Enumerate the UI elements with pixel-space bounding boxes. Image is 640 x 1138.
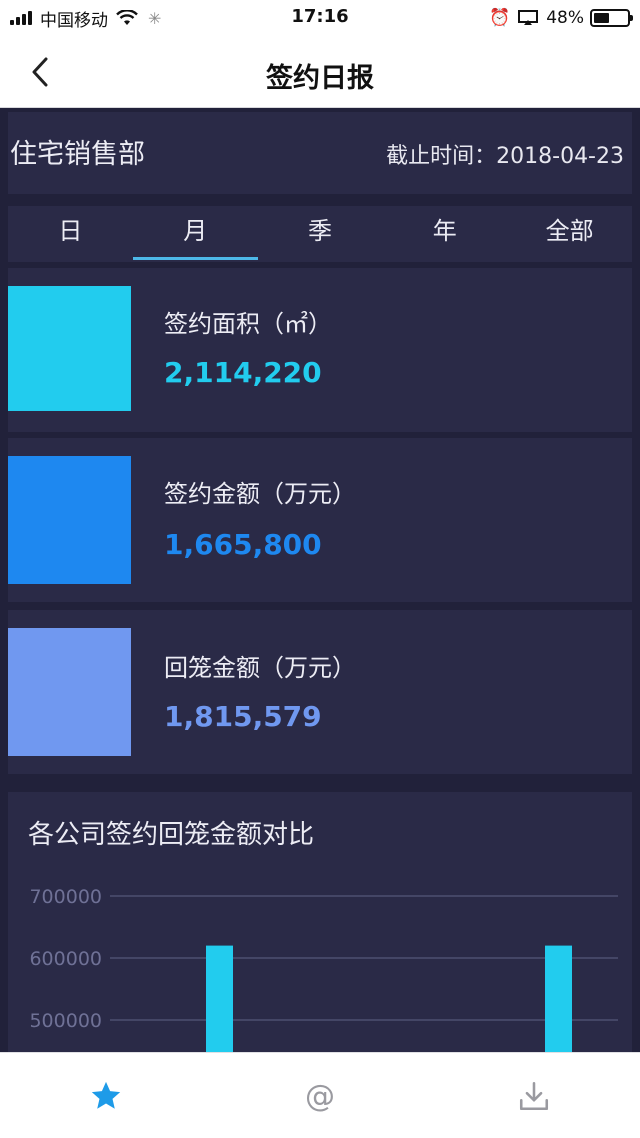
page-title: 签约日报 [266,63,374,94]
tab-day[interactable]: 日 [8,206,133,262]
stat-label: 签约金额（万元） [164,480,356,508]
stat-swatch [8,628,131,756]
tab-downloads[interactable] [504,1071,564,1121]
department-name: 住宅销售部 [10,139,145,170]
y-tick-label: 700000 [29,886,102,908]
status-bar: 中国移动 ✳ 17:16 ⏰ 48% [0,0,640,36]
tab-all[interactable]: 全部 [507,206,632,262]
stat-swatch [8,456,131,584]
star-icon [91,1081,121,1109]
battery-percent: 48% [546,8,584,28]
cutoff-label: 截止时间： [386,144,497,169]
cutoff-date: 截止时间：2018-04-23 [386,138,624,170]
chart-bar[interactable] [545,945,572,1062]
tab-mentions[interactable]: @ [290,1071,350,1121]
stat-value: 1,665,800 [164,528,322,561]
nav-bar: 签约日报 [0,36,640,108]
chart-canvas: 700000 600000 500000 [29,886,618,1062]
stat-value: 1,815,579 [164,700,322,733]
stat-label: 签约面积（㎡） [164,310,332,338]
chart-bar[interactable] [206,945,233,1062]
screen-mirroring-icon [518,10,539,25]
stat-card-signed-area[interactable]: 签约面积（㎡） 2,114,220 [8,268,632,432]
period-tabs: 日 月 季 年 全部 [8,206,632,262]
battery-level [594,13,610,23]
stat-card-signed-amount[interactable]: 签约金额（万元） 1,665,800 [8,438,632,602]
y-tick-label: 500000 [29,1010,102,1032]
download-icon [519,1081,549,1111]
tab-favorites[interactable] [76,1071,136,1121]
stat-value: 2,114,220 [164,356,322,389]
y-tick-label: 600000 [29,948,102,970]
tab-quarter[interactable]: 季 [258,206,383,262]
stat-swatch [8,286,131,411]
company-comparison-chart: 各公司签约回笼金额对比 700000 600000 500000 [8,792,632,1062]
bottom-tab-bar: @ [0,1052,640,1138]
cutoff-value: 2018-04-23 [496,144,624,169]
stat-card-collected-amount[interactable]: 回笼金额（万元） 1,815,579 [8,610,632,774]
at-icon: @ [305,1078,335,1114]
alarm-icon: ⏰ [489,8,511,28]
tab-month[interactable]: 月 [132,206,258,262]
department-header: 住宅销售部 截止时间：2018-04-23 [8,112,632,194]
stat-label: 回笼金额（万元） [164,654,356,682]
battery-icon [590,9,633,27]
tab-year[interactable]: 年 [382,206,507,262]
